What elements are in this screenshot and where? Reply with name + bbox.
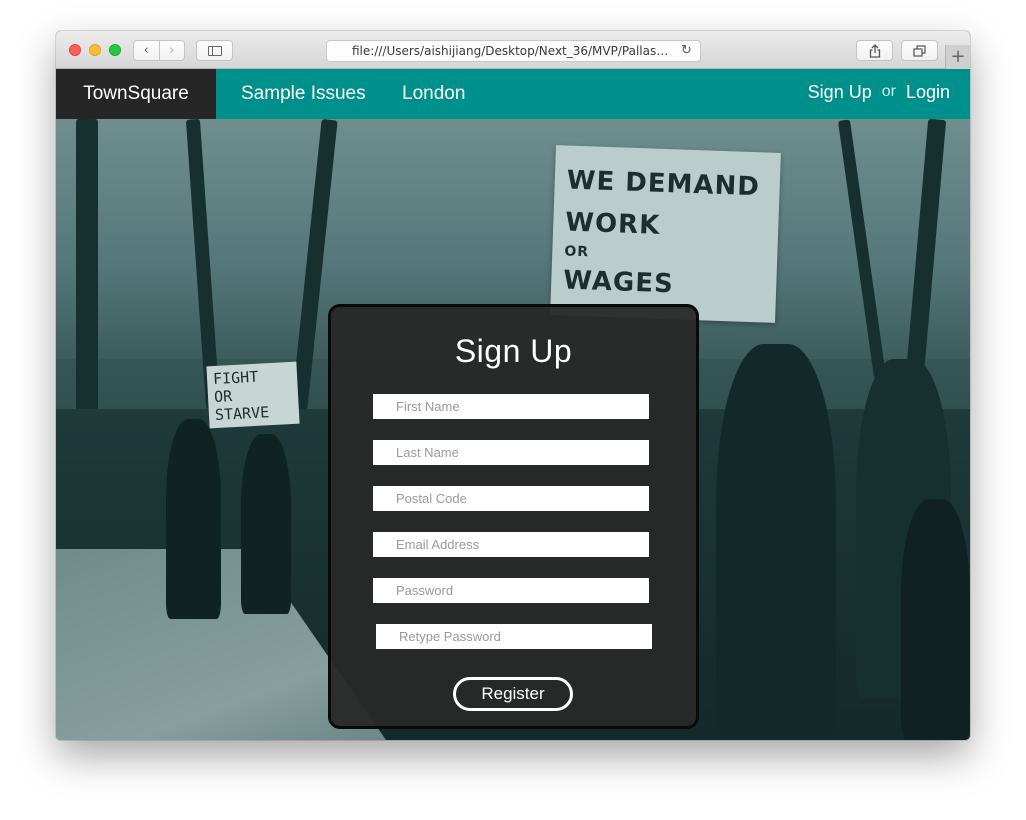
history-nav: ‹ ›	[133, 40, 185, 61]
signup-modal: Sign Up Register	[328, 304, 699, 729]
last-name-input[interactable]	[373, 440, 649, 465]
register-button[interactable]: Register	[453, 677, 573, 711]
reload-icon[interactable]: ↻	[681, 42, 692, 60]
plus-icon: +	[950, 46, 966, 67]
browser-toolbar: ‹ › file:///Users/aishijiang/Desktop/Nex…	[56, 31, 970, 69]
minimize-window-button[interactable]	[89, 44, 101, 56]
sign-line: STARVE	[214, 403, 270, 425]
share-icon	[869, 43, 880, 58]
postal-code-input[interactable]	[373, 486, 649, 511]
password-input[interactable]	[373, 578, 649, 603]
nav-link-sample-issues[interactable]: Sample Issues	[241, 69, 366, 119]
tabs-icon	[913, 44, 926, 57]
or-separator: or	[881, 83, 896, 100]
tree-trunk	[76, 119, 98, 439]
retype-password-input[interactable]	[376, 624, 652, 649]
protest-sign: FIGHT OR STARVE	[206, 361, 300, 429]
address-bar[interactable]: file:///Users/aishijiang/Desktop/Next_36…	[326, 40, 701, 62]
share-button[interactable]	[856, 40, 893, 61]
sidebar-toggle-button[interactable]	[196, 40, 233, 61]
forward-button[interactable]: ›	[158, 41, 185, 60]
maximize-window-button[interactable]	[109, 44, 121, 56]
show-tabs-button[interactable]	[901, 40, 938, 61]
sign-text: FIGHT OR STARVE	[213, 367, 270, 424]
protest-banner: WE DEMAND WORK OR WAGES	[550, 145, 781, 323]
marcher-figure	[241, 434, 291, 614]
marcher-figure	[166, 419, 221, 619]
first-name-input[interactable]	[373, 394, 649, 419]
login-link[interactable]: Login	[906, 82, 950, 103]
hero-background-photo: WE DEMAND WORK OR WAGES FIGHT OR STARVE …	[56, 119, 970, 740]
brand-logo[interactable]: TownSquare	[56, 69, 216, 119]
new-tab-button[interactable]: +	[945, 45, 970, 69]
email-input[interactable]	[373, 532, 649, 557]
nav-link-london[interactable]: London	[402, 69, 465, 119]
chevron-right-icon: ›	[169, 43, 175, 58]
auth-links: Sign Up or Login	[808, 69, 950, 115]
browser-window: ‹ › file:///Users/aishijiang/Desktop/Nex…	[56, 31, 970, 740]
banner-text: WE DEMAND WORK OR WAGES	[563, 160, 761, 309]
chevron-left-icon: ‹	[143, 43, 149, 58]
banner-line: WE DEMAND	[566, 165, 761, 203]
sidebar-icon	[207, 45, 222, 56]
banner-line: WAGES	[562, 265, 675, 300]
marcher-figure	[901, 499, 970, 740]
site-navbar: TownSquare Sample Issues London Sign Up …	[56, 69, 970, 119]
close-window-button[interactable]	[69, 44, 81, 56]
banner-line: WORK	[564, 207, 661, 241]
signup-link[interactable]: Sign Up	[808, 82, 872, 103]
marcher-figure	[716, 344, 836, 740]
back-button[interactable]: ‹	[134, 41, 159, 60]
signup-title: Sign Up	[454, 333, 573, 369]
